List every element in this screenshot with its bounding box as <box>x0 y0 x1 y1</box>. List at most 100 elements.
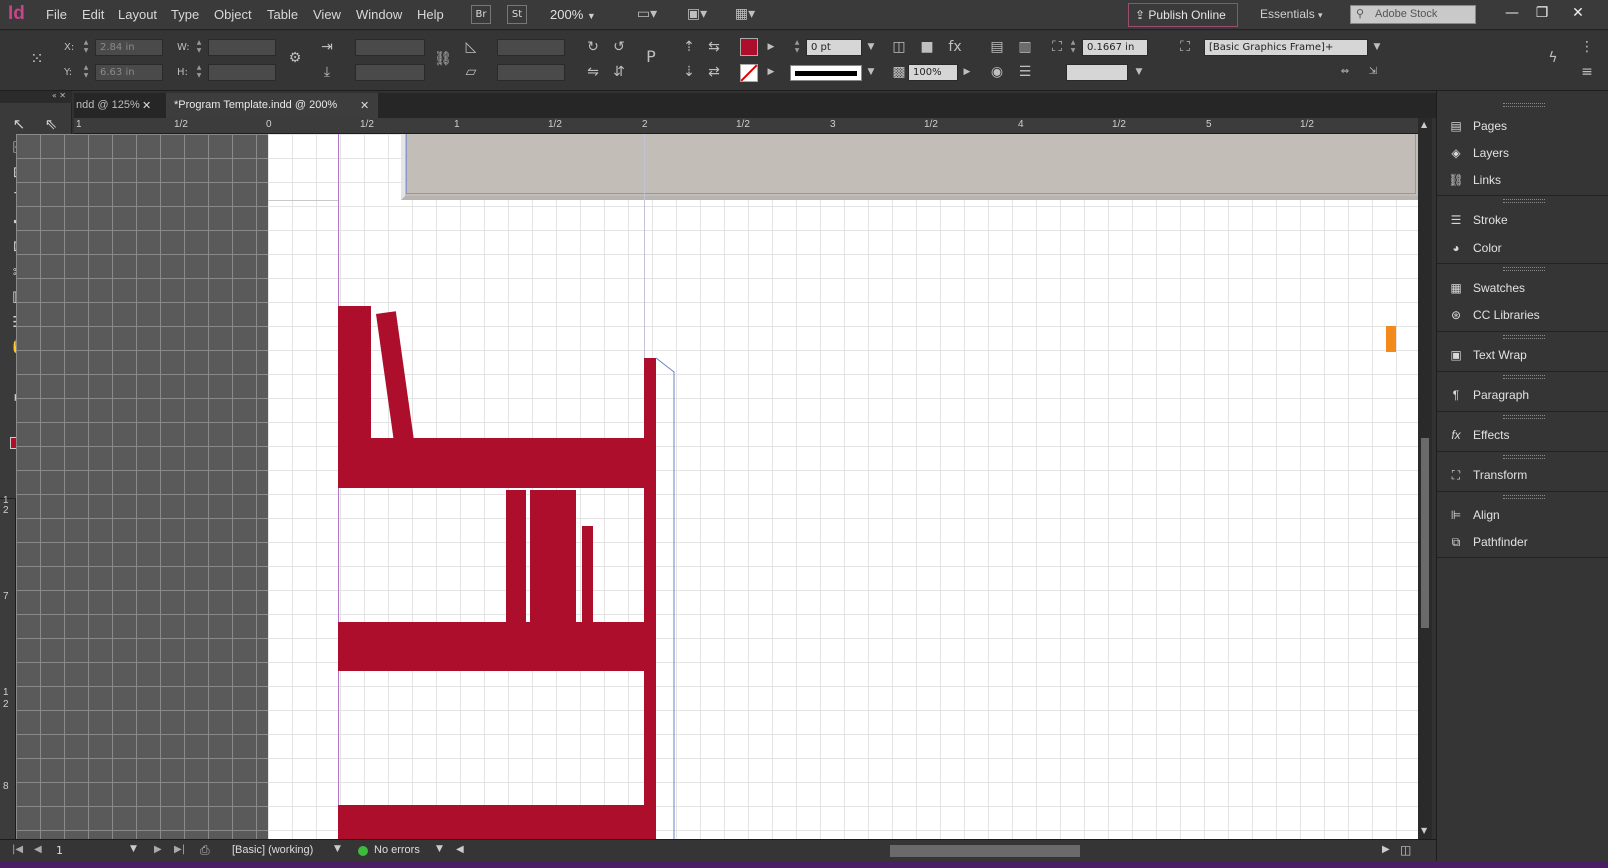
panel-menu-icon[interactable]: ⋮ <box>1578 39 1596 57</box>
scroll-right-icon[interactable]: ▶ <box>1382 844 1390 855</box>
vertical-scroll-thumb[interactable] <box>1421 438 1429 628</box>
fill-menu-arrow-icon[interactable]: ▶ <box>762 39 780 57</box>
panel-options-icon[interactable]: ≡ <box>1578 64 1596 82</box>
jump-object-icon[interactable]: ☰ <box>1016 64 1034 82</box>
stroke-swatch[interactable] <box>740 64 758 82</box>
panel-text-wrap[interactable]: ▣ Text Wrap <box>1447 344 1597 366</box>
shelf-top[interactable] <box>338 438 644 488</box>
chevron-down-icon[interactable]: ▼ <box>862 39 880 57</box>
drop-shadow-icon[interactable]: ◫ <box>890 39 908 57</box>
panel-grip[interactable] <box>1503 103 1545 107</box>
select-next-icon[interactable]: ⇄ <box>705 64 723 82</box>
scroll-down-icon[interactable]: ▼ <box>1421 826 1427 835</box>
panel-grip[interactable] <box>1503 335 1545 339</box>
book-wide[interactable] <box>530 490 576 624</box>
panel-cc-libraries[interactable]: ⊛ CC Libraries <box>1447 304 1597 326</box>
menu-edit[interactable]: Edit <box>82 7 104 22</box>
split-window-icon[interactable]: ◫ <box>1400 843 1411 857</box>
scale-x-field[interactable] <box>355 39 425 56</box>
h-field[interactable] <box>208 64 276 81</box>
fx-icon[interactable]: fx <box>946 39 964 57</box>
select-content-icon[interactable]: ⇆ <box>705 39 723 57</box>
panel-align[interactable]: ⊫ Align <box>1447 504 1597 526</box>
panel-swatches[interactable]: ▦ Swatches <box>1447 277 1597 299</box>
panel-grip[interactable] <box>1503 375 1545 379</box>
stroke-type-dropdown[interactable] <box>790 65 862 81</box>
flip-vertical-icon[interactable]: ⇵ <box>610 64 628 82</box>
corner-shape-dropdown[interactable] <box>1066 64 1128 81</box>
previous-page-icon[interactable]: ◀ <box>34 844 42 855</box>
offset-stepper[interactable]: ▲ ▼ <box>1068 39 1078 56</box>
close-tab-icon[interactable]: ✕ <box>360 99 369 112</box>
chevron-down-icon[interactable]: ▼ <box>1130 64 1148 82</box>
arrange-documents-icon[interactable]: ▦▾ <box>728 6 762 24</box>
object-style-options-icon[interactable]: ⇲ <box>1364 64 1382 82</box>
book-leaning[interactable] <box>376 311 415 445</box>
shelf-middle[interactable] <box>338 622 644 671</box>
tab-document-2[interactable]: *Program Template.indd @ 200% <box>166 93 378 118</box>
corner-options-icon[interactable]: ⛶ <box>1048 39 1066 57</box>
y-field[interactable]: 6.63 in <box>95 64 163 81</box>
offset-field[interactable]: 0.1667 in <box>1082 39 1148 56</box>
vertical-ruler[interactable]: 1 2 7 1 2 8 <box>0 495 16 839</box>
bridge-button[interactable]: Br <box>471 5 491 24</box>
panel-grip[interactable] <box>1503 267 1545 271</box>
preflight-status[interactable]: No errors <box>374 844 420 856</box>
workspace-switcher[interactable]: Essentials ▾ <box>1260 7 1323 21</box>
fill-swatch[interactable] <box>740 38 758 56</box>
panel-paragraph[interactable]: ¶ Paragraph <box>1447 384 1597 406</box>
last-page-icon[interactable]: ▶| <box>174 844 185 855</box>
panel-grip[interactable] <box>1503 495 1545 499</box>
wrap-bounding-box-icon[interactable]: ▥ <box>1016 39 1034 57</box>
zoom-level[interactable]: 200% ▼ <box>550 7 596 22</box>
vertical-scrollbar[interactable]: ▲ ▼ <box>1418 118 1432 839</box>
menu-layout[interactable]: Layout <box>118 7 157 22</box>
close-window-button[interactable]: ✕ <box>1564 3 1592 23</box>
style-status[interactable]: [Basic] (working) <box>232 844 313 856</box>
publish-online-button[interactable]: ⇪ Publish Online <box>1128 3 1238 27</box>
y-stepper[interactable]: ▲ ▼ <box>81 64 91 81</box>
h-stepper[interactable]: ▲ ▼ <box>194 64 204 81</box>
stroke-weight-field[interactable]: 0 pt <box>806 39 862 56</box>
w-field[interactable] <box>208 39 276 56</box>
book-small[interactable] <box>582 526 593 624</box>
stroke-menu-arrow-icon[interactable]: ▶ <box>762 64 780 82</box>
adobe-stock-search[interactable]: Adobe Stock <box>1350 5 1476 24</box>
panel-layers[interactable]: ◈ Layers <box>1447 142 1597 164</box>
menu-view[interactable]: View <box>313 7 341 22</box>
menu-window[interactable]: Window <box>356 7 402 22</box>
panel-effects[interactable]: fx Effects <box>1447 424 1597 446</box>
panel-grip[interactable] <box>1503 455 1545 459</box>
panel-stroke[interactable]: ☰ Stroke <box>1447 209 1597 231</box>
book-thin[interactable] <box>506 490 526 624</box>
panel-pathfinder[interactable]: ⧉ Pathfinder <box>1447 531 1597 553</box>
rotate-field[interactable] <box>497 39 565 56</box>
menu-file[interactable]: File <box>46 7 67 22</box>
chevron-down-icon[interactable]: ▼ <box>436 844 443 854</box>
selection-tool-icon[interactable]: ↖ <box>6 113 32 135</box>
opacity-field[interactable]: 100% <box>908 64 958 81</box>
panel-links[interactable]: ⛓ Links <box>1447 169 1597 191</box>
stock-button[interactable]: St <box>507 5 527 24</box>
horizontal-ruler[interactable]: 1 1/2 0 1/2 1 1/2 2 1/2 3 1/2 4 1/2 5 1/… <box>74 118 1418 134</box>
panel-pages[interactable]: ▤ Pages <box>1447 115 1597 137</box>
lightning-icon[interactable]: ϟ <box>1544 50 1562 68</box>
select-container-icon[interactable]: ⇡ <box>680 39 698 57</box>
link-icon[interactable]: ⛓ <box>434 51 452 69</box>
panel-color[interactable]: ◕ Color <box>1447 237 1597 259</box>
chevron-down-icon[interactable]: ▼ <box>130 844 137 854</box>
rotate-ccw-icon[interactable]: ↺ <box>610 39 628 57</box>
constrain-proportions-icon[interactable]: ⚙ <box>286 50 304 68</box>
horizontal-scroll-thumb[interactable] <box>890 845 1080 857</box>
restore-button[interactable]: ❐ <box>1528 3 1556 23</box>
document-page[interactable] <box>268 134 1418 839</box>
panel-grip[interactable] <box>1503 199 1545 203</box>
effects-square-icon[interactable]: ■ <box>918 39 936 57</box>
minimize-button[interactable]: — <box>1498 3 1526 23</box>
flip-horizontal-icon[interactable]: ⇋ <box>584 64 602 82</box>
menu-table[interactable]: Table <box>267 7 298 22</box>
panel-transform[interactable]: ⛶ Transform <box>1447 464 1597 486</box>
page-number-field[interactable]: 1 <box>56 844 63 857</box>
screen-mode-icon[interactable]: ▭▾ <box>630 6 664 24</box>
chevron-down-icon[interactable]: ▼ <box>1368 39 1386 57</box>
